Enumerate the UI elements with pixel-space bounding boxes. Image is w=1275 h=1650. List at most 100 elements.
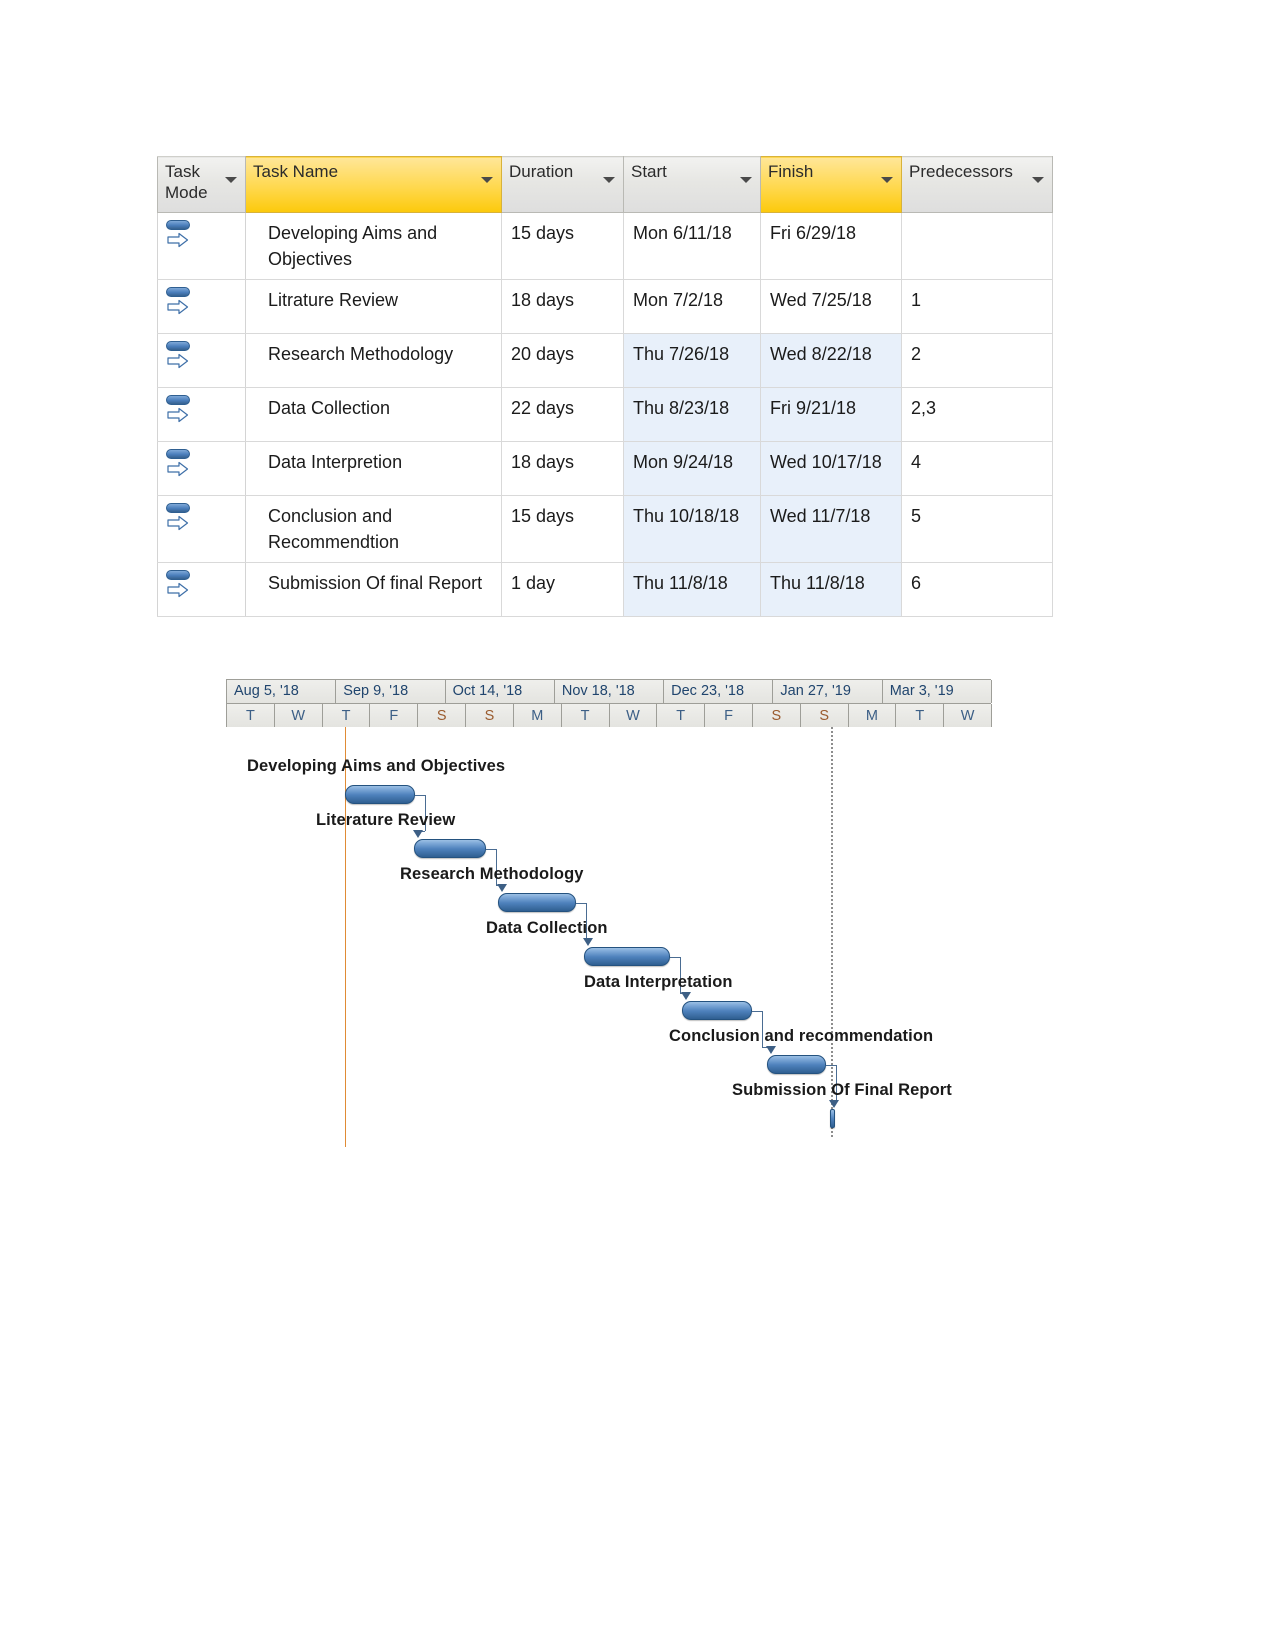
cell-start[interactable]: Mon 7/2/18: [623, 279, 761, 334]
chevron-down-icon[interactable]: [225, 177, 237, 183]
timescale-month-row: Aug 5, '18 Sep 9, '18 Oct 14, '18 Nov 18, '…: [227, 680, 992, 703]
cell-finish-text: Wed 11/7/18: [770, 506, 871, 526]
cell-task-mode[interactable]: [157, 279, 246, 334]
cell-start[interactable]: Mon 6/11/18: [623, 212, 761, 280]
timescale-day-cell: M: [513, 704, 562, 727]
table-row[interactable]: Data Interpretion 18 days Mon 9/24/18 Wed 1…: [157, 441, 1053, 496]
cell-predecessors[interactable]: 5: [901, 495, 1053, 563]
cell-predecessors-text: 4: [911, 452, 922, 472]
cell-finish[interactable]: Fri 6/29/18: [760, 212, 902, 280]
cell-predecessors-text: 5: [911, 506, 922, 526]
gantt-bar-label: Data Collection: [486, 919, 608, 937]
chevron-down-icon[interactable]: [481, 177, 493, 183]
table-row[interactable]: Research Methodology 20 days Thu 7/26/18 We…: [157, 333, 1053, 388]
gantt-bar[interactable]: [345, 785, 415, 804]
chevron-down-icon[interactable]: [1032, 177, 1044, 183]
cell-task-name[interactable]: Conclusion and Recommendtion: [245, 495, 502, 563]
column-header-duration[interactable]: Duration: [501, 156, 624, 213]
gantt-bar-label: Submission Of Final Report: [732, 1081, 952, 1099]
cell-task-name[interactable]: Data Interpretion: [245, 441, 502, 496]
cell-task-name[interactable]: Developing Aims and Objectives: [245, 212, 502, 280]
cell-duration-text: 20 days: [511, 344, 575, 364]
table-row[interactable]: Data Collection 22 days Thu 8/23/18 Fri 9/2…: [157, 387, 1053, 442]
timescale-month-cell: Sep 9, '18: [336, 680, 446, 703]
cell-finish[interactable]: Wed 10/17/18: [760, 441, 902, 496]
cell-duration[interactable]: 15 days: [501, 495, 624, 563]
cell-predecessors[interactable]: 4: [901, 441, 1053, 496]
manually-scheduled-icon: [164, 569, 194, 603]
gantt-chart: Aug 5, '18 Sep 9, '18 Oct 14, '18 Nov 18, '…: [226, 679, 992, 1149]
cell-duration[interactable]: 20 days: [501, 333, 624, 388]
chevron-down-icon[interactable]: [881, 177, 893, 183]
column-header-task-mode[interactable]: Task Mode: [157, 156, 246, 213]
column-header-task-name[interactable]: Task Name: [245, 156, 502, 213]
chevron-down-icon[interactable]: [603, 177, 615, 183]
column-header-predecessors[interactable]: Predecessors: [901, 156, 1053, 213]
cell-task-name-text: Litrature Review: [268, 290, 399, 310]
table-row[interactable]: Conclusion and Recommendtion 15 days Thu 1…: [157, 495, 1053, 563]
timescale-day-cell: S: [418, 704, 467, 727]
cell-predecessors[interactable]: 2: [901, 333, 1053, 388]
timescale-day-cell: W: [274, 704, 323, 727]
timescale-day-cell: S: [800, 704, 849, 727]
column-header-finish[interactable]: Finish: [760, 156, 902, 213]
gantt-bar[interactable]: [767, 1055, 826, 1074]
cell-start[interactable]: Thu 7/26/18: [623, 333, 761, 388]
dependency-link: [415, 795, 425, 796]
cell-duration[interactable]: 1 day: [501, 562, 624, 617]
cell-predecessors[interactable]: 6: [901, 562, 1053, 617]
gantt-bar-label: Literature Review: [316, 811, 456, 829]
cell-finish[interactable]: Wed 7/25/18: [760, 279, 902, 334]
cell-task-name-text: Research Methodology: [268, 344, 454, 364]
cell-task-name[interactable]: Research Methodology: [245, 333, 502, 388]
cell-task-mode[interactable]: [157, 333, 246, 388]
cell-duration[interactable]: 22 days: [501, 387, 624, 442]
cell-start[interactable]: Thu 8/23/18: [623, 387, 761, 442]
cell-predecessors-text: 2: [911, 344, 922, 364]
timescale-day-cell: F: [705, 704, 753, 727]
table-row[interactable]: Submission Of final Report 1 day Thu 11/8/…: [157, 562, 1053, 617]
cell-finish[interactable]: Wed 8/22/18: [760, 333, 902, 388]
task-mode-bar-icon: [166, 503, 190, 513]
cell-task-mode[interactable]: [157, 441, 246, 496]
manually-scheduled-icon: [164, 340, 194, 374]
cell-task-mode[interactable]: [157, 212, 246, 280]
cell-duration[interactable]: 18 days: [501, 279, 624, 334]
cell-task-name[interactable]: Data Collection: [245, 387, 502, 442]
dependency-link: [670, 957, 680, 958]
task-mode-bar-icon: [166, 287, 190, 297]
task-mode-bar-icon: [166, 220, 190, 230]
cell-task-mode[interactable]: [157, 562, 246, 617]
gantt-bar[interactable]: [682, 1001, 752, 1020]
cell-finish[interactable]: Wed 11/7/18: [760, 495, 902, 563]
cell-task-mode[interactable]: [157, 387, 246, 442]
gantt-bar[interactable]: [414, 839, 486, 858]
cell-start[interactable]: Thu 11/8/18: [623, 562, 761, 617]
cell-duration[interactable]: 15 days: [501, 212, 624, 280]
cell-start[interactable]: Thu 10/18/18: [623, 495, 761, 563]
task-table: Task Mode Task Name Duration Start Finis…: [157, 156, 1053, 617]
cell-predecessors-text: 2,3: [911, 398, 937, 418]
gantt-bar[interactable]: [830, 1109, 835, 1128]
dependency-arrow-icon: [681, 992, 691, 1000]
gantt-bar[interactable]: [498, 893, 576, 912]
cell-duration[interactable]: 18 days: [501, 441, 624, 496]
cell-predecessors[interactable]: 2,3: [901, 387, 1053, 442]
cell-start[interactable]: Mon 9/24/18: [623, 441, 761, 496]
cell-predecessors[interactable]: [901, 212, 1053, 280]
table-row[interactable]: Developing Aims and Objectives 15 days Mon…: [157, 212, 1053, 280]
chevron-down-icon[interactable]: [740, 177, 752, 183]
cell-predecessors[interactable]: 1: [901, 279, 1053, 334]
dependency-link: [826, 1065, 836, 1066]
cell-task-name[interactable]: Litrature Review: [245, 279, 502, 334]
cell-finish[interactable]: Fri 9/21/18: [760, 387, 902, 442]
timescale-day-row: TWTFSSMTWTFSSMTW: [227, 703, 992, 727]
cell-task-name[interactable]: Submission Of final Report: [245, 562, 502, 617]
cell-finish[interactable]: Thu 11/8/18: [760, 562, 902, 617]
cell-task-mode[interactable]: [157, 495, 246, 563]
column-header-start[interactable]: Start: [623, 156, 761, 213]
dependency-link: [486, 849, 496, 850]
gantt-bar[interactable]: [584, 947, 670, 966]
table-row[interactable]: Litrature Review 18 days Mon 7/2/18 Wed 7/2…: [157, 279, 1053, 334]
cell-start-text: Thu 8/23/18: [633, 398, 730, 418]
